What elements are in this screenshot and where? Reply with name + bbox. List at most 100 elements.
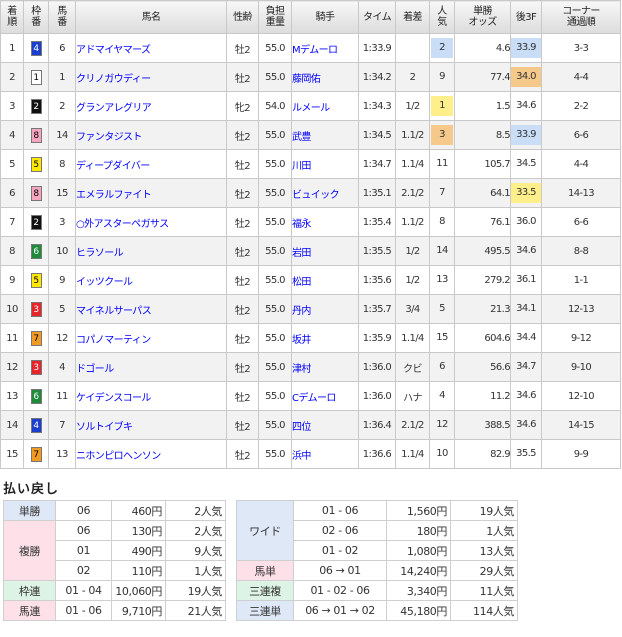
horse-name-link[interactable]: イッツクール [75,265,227,295]
jockey-link[interactable]: 四位 [291,410,359,440]
waku-badge: 7 [30,330,42,346]
waku-badge: 2 [30,98,42,114]
horse-name-link[interactable]: ソルトイブキ [75,410,227,440]
jockey-link[interactable]: Mデムーロ [291,33,359,63]
popularity-value: 2 [431,38,453,58]
horse-name-link[interactable]: ヒラソール [75,236,227,266]
jockey-link[interactable]: 津村 [291,352,359,382]
corner-order-cell: 3-3 [541,33,621,63]
win-odds-cell: 64.1 [454,178,511,208]
header-time: タイム [358,0,396,34]
margin-cell: 2.1/2 [395,178,430,208]
table-row: 8 6 10 ヒラソール 牡2 55.0 岩田 1:35.5 1/2 14 495.5 34.6 8-8 [0,236,621,266]
payout-amount: 490円 [111,540,166,561]
waku-cell: 8 [23,178,49,208]
waku-badge: 5 [30,156,42,172]
sex-age-cell: 牡2 [226,33,259,63]
horse-name-link[interactable]: ドゴール [75,352,227,382]
last-3f-cell: 34.6 [510,410,542,440]
payout-row: 馬連 01 - 06 9,710円 21人気 [3,600,226,621]
horse-name-link[interactable]: クリノガウディー [75,62,227,92]
rank-cell: 5 [0,149,24,179]
sex-age-cell: 牡2 [226,120,259,150]
horse-name-link[interactable]: ディープダイバー [75,149,227,179]
last-3f-cell: 36.1 [510,265,542,295]
horse-name-link[interactable]: ファンタジスト [75,120,227,150]
header-sex-age: 性齢 [226,0,259,34]
payout-amount: 10,060円 [111,580,166,601]
payout-row: 単勝 06 460円 2人気 [3,500,226,521]
time-cell: 1:34.7 [358,149,396,179]
header-last-3f: 後3F [510,0,542,34]
jockey-link[interactable]: ビュイック [291,178,359,208]
jockey-link[interactable]: 松田 [291,265,359,295]
payout-popularity: 13人気 [450,540,518,561]
last-3f-value: 36.0 [516,216,536,227]
payout-combination: 02 - 06 [293,520,387,541]
time-cell: 1:35.1 [358,178,396,208]
jockey-link[interactable]: 福永 [291,207,359,237]
jockey-link[interactable]: 川田 [291,149,359,179]
time-cell: 1:35.9 [358,323,396,353]
table-row: 14 4 7 ソルトイブキ 牡2 55.0 四位 1:36.4 2.1/2 12 388.5 34.6… [0,410,621,440]
last-3f-value: 33.5 [511,183,541,203]
rank-cell: 14 [0,410,24,440]
jockey-link[interactable]: 坂井 [291,323,359,353]
last-3f-cell: 34.7 [510,352,542,382]
sex-age-cell: 牝2 [226,91,259,121]
horse-name-link[interactable]: ○外アスターペガサス [75,207,227,237]
payout-combination: 01 - 06 [55,600,112,621]
waku-badge: 1 [30,69,42,85]
horse-name-link[interactable]: グランアレグリア [75,91,227,121]
jockey-link[interactable]: Cデムーロ [291,381,359,411]
horse-name-link[interactable]: ケイデンスコール [75,381,227,411]
waku-badge: 8 [30,127,42,143]
jockey-link[interactable]: 丹内 [291,294,359,324]
popularity-cell: 3 [429,120,455,150]
time-cell: 1:36.4 [358,410,396,440]
jockey-link[interactable]: 浜中 [291,439,359,469]
horse-name-link[interactable]: ニホンピロヘンソン [75,439,227,469]
payout-combination: 01 - 02 [293,540,387,561]
rank-cell: 1 [0,33,24,63]
table-row: 15 7 13 ニホンピロヘンソン 牡2 55.0 浜中 1:36.6 1.1/4 10 82.9 3… [0,439,621,469]
horse-number-cell: 9 [48,265,76,295]
jockey-link[interactable]: 武豊 [291,120,359,150]
payout-amount: 130円 [111,520,166,541]
payout-amount: 3,340円 [386,580,451,601]
margin-cell [395,33,430,63]
win-odds-cell: 495.5 [454,236,511,266]
last-3f-value: 34.7 [516,361,536,372]
horse-number-cell: 15 [48,178,76,208]
corner-order-cell: 2-2 [541,91,621,121]
win-odds-cell: 77.4 [454,62,511,92]
last-3f-value: 34.5 [516,158,536,169]
win-odds-cell: 56.6 [454,352,511,382]
weight-cell: 55.0 [258,62,292,92]
horse-name-link[interactable]: コパノマーティン [75,323,227,353]
margin-cell: 1.1/4 [395,149,430,179]
time-cell: 1:34.3 [358,91,396,121]
payout-type-label: ワイド [236,500,294,561]
header-rank: 着順 [0,0,24,34]
payout-combination: 06 [55,500,112,521]
horse-name-link[interactable]: エメラルファイト [75,178,227,208]
jockey-link[interactable]: 岩田 [291,236,359,266]
popularity-cell: 15 [429,323,455,353]
time-cell: 1:36.0 [358,352,396,382]
jockey-link[interactable]: ルメール [291,91,359,121]
jockey-link[interactable]: 藤岡佑 [291,62,359,92]
payout-popularity: 21人気 [165,600,226,621]
sex-age-cell: 牡2 [226,236,259,266]
payout-popularity: 2人気 [165,520,226,541]
last-3f-cell: 33.9 [510,33,542,63]
last-3f-value: 34.6 [516,419,536,430]
horse-name-link[interactable]: マイネルサーパス [75,294,227,324]
payout-type-label: 馬単 [236,560,294,581]
weight-cell: 55.0 [258,294,292,324]
popularity-value: 12 [436,419,448,430]
popularity-cell: 14 [429,236,455,266]
horse-name-link[interactable]: アドマイヤマーズ [75,33,227,63]
last-3f-cell: 33.5 [510,178,542,208]
sex-age-cell: 牡2 [226,352,259,382]
